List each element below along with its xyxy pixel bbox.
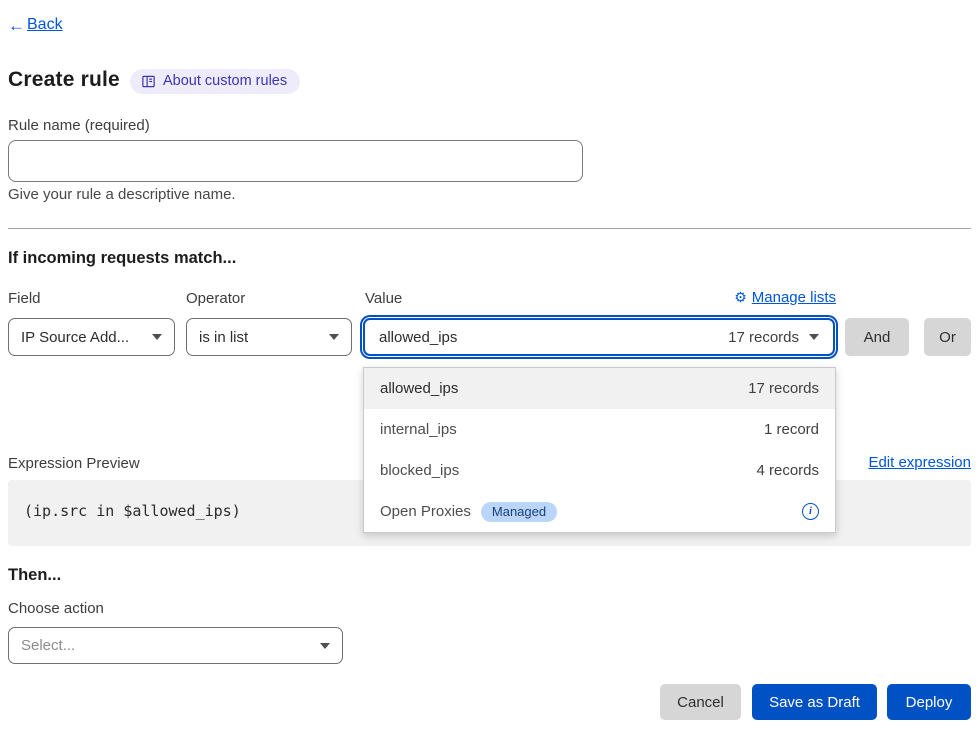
value-dropdown-menu: allowed_ips 17 records internal_ips 1 re…	[363, 367, 836, 533]
info-icon[interactable]: i	[802, 503, 819, 520]
edit-expression-link[interactable]: Edit expression	[868, 454, 971, 471]
list-option-blocked-ips[interactable]: blocked_ips 4 records	[364, 450, 835, 491]
operator-label: Operator	[186, 290, 245, 307]
expression-preview-label: Expression Preview	[8, 455, 140, 472]
chevron-down-icon	[809, 334, 819, 340]
or-button[interactable]: Or	[924, 318, 971, 356]
chevron-down-icon	[329, 334, 339, 340]
value-select[interactable]: allowed_ips 17 records	[363, 318, 835, 356]
operator-select[interactable]: is in list	[186, 318, 352, 356]
list-option-open-proxies[interactable]: Open Proxies Managed i	[364, 491, 835, 532]
page-title: Create rule	[8, 68, 120, 92]
list-option-name: internal_ips	[380, 421, 457, 438]
list-option-allowed-ips[interactable]: allowed_ips 17 records	[364, 368, 835, 409]
create-rule-page: ← Back Create rule About custom rules Ru…	[0, 0, 979, 739]
match-section-heading: If incoming requests match...	[8, 249, 236, 268]
rule-name-helper: Give your rule a descriptive name.	[8, 186, 236, 203]
list-option-internal-ips[interactable]: internal_ips 1 record	[364, 409, 835, 450]
list-option-meta: 1 record	[764, 421, 819, 438]
list-option-name: blocked_ips	[380, 462, 459, 479]
about-custom-rules-label: About custom rules	[163, 73, 287, 89]
list-option-name: allowed_ips	[380, 380, 458, 397]
value-select-value: allowed_ips	[379, 329, 457, 346]
action-select[interactable]: Select...	[8, 627, 343, 664]
value-select-meta: 17 records	[728, 329, 799, 346]
then-section-heading: Then...	[8, 566, 61, 585]
field-label: Field	[8, 290, 41, 307]
list-option-name: Open Proxies	[380, 503, 471, 520]
rule-name-input[interactable]	[8, 140, 583, 182]
rule-name-label: Rule name (required)	[8, 117, 150, 134]
section-divider	[8, 228, 971, 229]
action-select-placeholder: Select...	[21, 637, 75, 654]
gear-icon: ⚙	[734, 289, 747, 306]
and-button[interactable]: And	[845, 318, 909, 356]
operator-select-value: is in list	[199, 329, 248, 346]
choose-action-label: Choose action	[8, 600, 104, 617]
back-arrow-icon: ←	[8, 17, 25, 34]
cancel-button[interactable]: Cancel	[660, 684, 741, 720]
deploy-button[interactable]: Deploy	[887, 684, 971, 720]
manage-lists-label: Manage lists	[752, 289, 836, 306]
chevron-down-icon	[152, 334, 162, 340]
save-as-draft-button[interactable]: Save as Draft	[752, 684, 877, 720]
managed-badge: Managed	[481, 502, 557, 522]
list-option-meta: 17 records	[748, 380, 819, 397]
field-select[interactable]: IP Source Add...	[8, 318, 175, 356]
expression-code: (ip.src in $allowed_ips)	[24, 502, 241, 520]
manage-lists-link[interactable]: ⚙ Manage lists	[734, 289, 836, 306]
back-link-label: Back	[27, 16, 63, 34]
book-icon	[141, 74, 156, 89]
list-option-meta: 4 records	[756, 462, 819, 479]
value-label: Value	[365, 290, 402, 307]
chevron-down-icon	[320, 643, 330, 649]
field-select-value: IP Source Add...	[21, 329, 129, 346]
about-custom-rules-link[interactable]: About custom rules	[130, 69, 300, 94]
back-link[interactable]: ← Back	[8, 16, 63, 34]
